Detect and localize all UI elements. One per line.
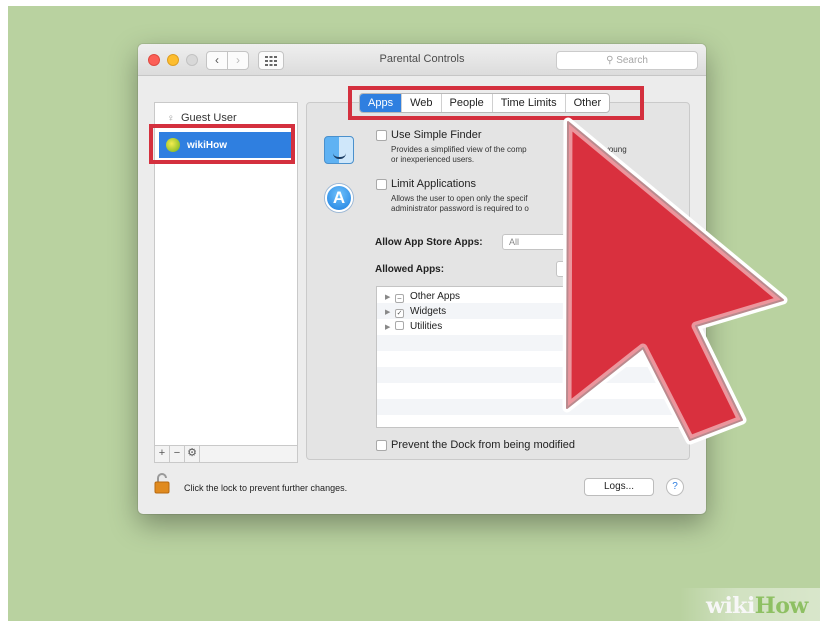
limit-applications-label: Limit Applications xyxy=(391,178,476,190)
list-item[interactable]: ▶ ✓ Widgets xyxy=(385,306,446,318)
guest-user-label: Guest User xyxy=(181,112,237,124)
limit-applications-checkbox[interactable] xyxy=(376,179,387,190)
image-border-left xyxy=(0,0,8,621)
finder-icon xyxy=(324,136,354,164)
search-field[interactable]: ⚲ Search xyxy=(556,51,698,70)
app-checkbox[interactable] xyxy=(395,321,404,330)
guest-user-icon: ♀ xyxy=(167,113,175,124)
add-user-button[interactable]: + xyxy=(155,446,170,462)
lock-status-text: Click the lock to prevent further change… xyxy=(184,483,348,493)
annotation-highlight-user xyxy=(149,124,295,164)
simple-finder-description: Provides a simplified view of the comp p … xyxy=(391,145,627,164)
lock-icon[interactable] xyxy=(154,472,170,494)
disclosure-triangle-icon[interactable]: ▶ xyxy=(385,308,395,316)
allowed-apps-search-field[interactable] xyxy=(556,261,586,277)
app-row-label: Widgets xyxy=(410,306,447,317)
annotation-highlight-tabs xyxy=(348,86,644,120)
list-item[interactable]: ▶ – Other Apps xyxy=(385,291,460,303)
app-row-label: Other Apps xyxy=(410,291,461,302)
app-row-label: Utilities xyxy=(410,321,443,332)
allowed-apps-list: ▶ – Other Apps ▶ ✓ Widgets ▶ Utilities xyxy=(376,286,688,428)
app-checkbox[interactable]: – xyxy=(395,294,404,303)
prevent-dock-label: Prevent the Dock from being modified xyxy=(391,439,576,451)
wikihow-watermark: wikiHow xyxy=(706,593,808,619)
disclosure-triangle-icon[interactable]: ▶ xyxy=(385,323,395,331)
limit-applications-description: Allows the user to open only the specif … xyxy=(391,194,529,213)
simple-finder-label: Use Simple Finder xyxy=(391,129,482,141)
allowed-apps-label: Allowed Apps: xyxy=(375,264,445,275)
help-button[interactable]: ? xyxy=(666,478,684,496)
logs-button[interactable]: Logs... xyxy=(584,478,654,496)
app-store-icon: A xyxy=(325,184,353,212)
user-list-toolbar: + − ⚙ xyxy=(154,446,298,463)
user-item-guest[interactable]: ♀ Guest User xyxy=(167,112,237,124)
remove-user-button[interactable]: − xyxy=(170,446,185,462)
list-item[interactable]: ▶ Utilities xyxy=(385,321,442,332)
title-bar: ‹ › Parental Controls ⚲ Search xyxy=(138,44,706,76)
simple-finder-checkbox[interactable] xyxy=(376,130,387,141)
image-border-top xyxy=(0,0,820,6)
search-icon: ⚲ xyxy=(606,55,617,66)
app-store-apps-label: Allow App Store Apps: xyxy=(375,237,483,248)
app-store-apps-popup[interactable]: All xyxy=(502,234,582,250)
search-placeholder: Search xyxy=(616,55,648,66)
app-checkbox[interactable]: ✓ xyxy=(395,309,404,318)
disclosure-triangle-icon[interactable]: ▶ xyxy=(385,293,395,301)
prevent-dock-checkbox[interactable] xyxy=(376,440,387,451)
user-settings-gear-icon[interactable]: ⚙ xyxy=(185,446,200,462)
